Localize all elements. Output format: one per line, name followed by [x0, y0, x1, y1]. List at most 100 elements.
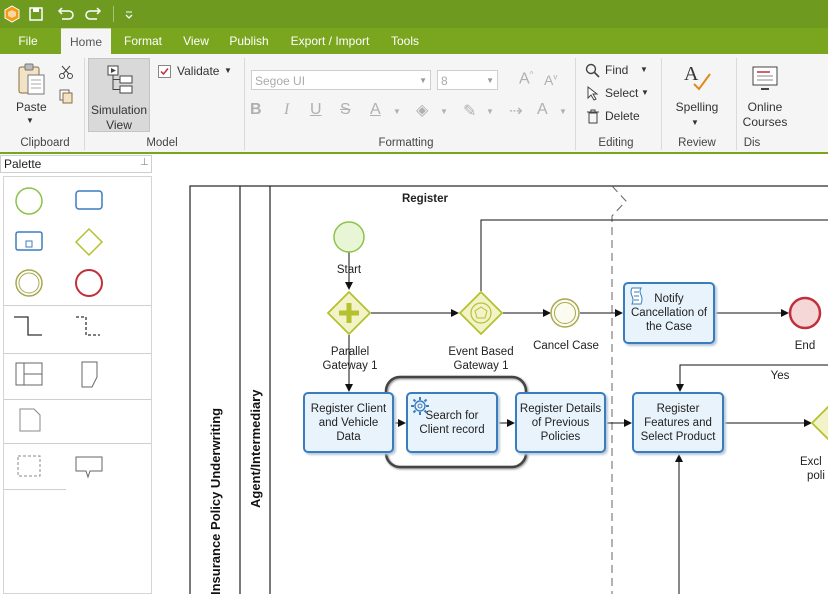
gateway-icon[interactable]: [74, 227, 104, 257]
annotation-icon[interactable]: [75, 456, 103, 479]
find-button[interactable]: Find ▼: [585, 62, 651, 80]
task-text: Select Product: [640, 430, 716, 443]
tab-format[interactable]: Format: [116, 28, 170, 54]
tab-tools[interactable]: Tools: [384, 28, 426, 54]
svg-text:A: A: [684, 63, 699, 85]
ribbon-tab-bar: File Home Format View Publish Export / I…: [0, 28, 828, 55]
shrink-font-icon[interactable]: Av: [544, 72, 557, 88]
select-button[interactable]: Select ▼: [585, 85, 651, 103]
yes-flow-label: Yes: [770, 370, 790, 382]
document-icon[interactable]: [19, 408, 41, 432]
task-icon[interactable]: [75, 190, 103, 210]
font-family-combo[interactable]: Segoe UI ▼: [251, 70, 431, 90]
chevron-down-icon[interactable]: ▼: [486, 107, 494, 116]
group-label-editing: Editing: [598, 137, 634, 149]
redo-icon[interactable]: [85, 5, 103, 23]
validate-button[interactable]: Validate ▼: [158, 64, 240, 80]
task-register-client[interactable]: Register Client and Vehicle Data: [303, 392, 394, 453]
line-style-icon[interactable]: ⇢: [509, 101, 522, 121]
tab-view[interactable]: View: [176, 28, 216, 54]
undo-icon[interactable]: [56, 5, 74, 23]
task-text: the Case: [645, 321, 692, 333]
exclusive-gateway-label-1: Excl: [800, 456, 822, 468]
online-courses-label-2: Courses: [742, 115, 788, 129]
save-icon[interactable]: [28, 5, 44, 23]
chevron-down-icon[interactable]: ▼: [440, 107, 448, 116]
end-event-icon[interactable]: [75, 269, 103, 297]
online-courses-button[interactable]: Online Courses: [740, 60, 792, 132]
paste-button[interactable]: [14, 62, 46, 104]
ribbon-divider: [0, 152, 828, 154]
tab-publish[interactable]: Publish: [224, 28, 274, 54]
task-text: Features and: [644, 416, 712, 429]
spelling-label: Spelling: [675, 100, 719, 114]
data-object-icon[interactable]: [81, 361, 98, 388]
underline-icon[interactable]: U: [310, 101, 322, 119]
pool-label: Insurance Policy Underwriting: [208, 408, 223, 594]
italic-icon[interactable]: I: [284, 101, 289, 119]
lane-label: Agent/Intermediary: [248, 389, 263, 508]
parallel-gateway-label-2: Gateway 1: [322, 360, 378, 372]
cut-icon[interactable]: [58, 64, 74, 83]
simulation-view-label-1: Simulation: [90, 103, 148, 117]
start-event-icon[interactable]: [15, 187, 43, 215]
group-label-model: Model: [146, 137, 178, 149]
task-notify-cancellation[interactable]: Notify Cancellation of the Case: [623, 282, 715, 344]
validate-check-icon: [158, 65, 171, 78]
group-icon[interactable]: [17, 455, 41, 477]
sequence-flow-icon[interactable]: [14, 316, 42, 336]
task-search-client-record[interactable]: Search for Client record: [406, 392, 498, 453]
task-text: Data: [336, 430, 361, 443]
start-event[interactable]: [333, 221, 365, 253]
gear-icon: [410, 396, 430, 420]
chevron-down-icon: ▼: [640, 65, 648, 74]
font-size-combo[interactable]: 8 ▼: [437, 70, 498, 90]
end-event[interactable]: [788, 296, 822, 330]
diagram-svg: Insurance Policy Underwriting Agent/Inte…: [189, 185, 828, 594]
task-text: and Vehicle: [318, 416, 379, 429]
cancel-case-event[interactable]: [550, 298, 580, 328]
fill-color-icon[interactable]: ◈: [416, 100, 428, 120]
font-family-value: Segoe UI: [255, 74, 306, 88]
cancel-case-label: Cancel Case: [533, 340, 599, 352]
line-color-icon[interactable]: ✎: [463, 101, 476, 121]
customize-icon[interactable]: [124, 5, 134, 23]
ribbon-separator: [84, 58, 85, 150]
delete-button[interactable]: Delete: [585, 108, 651, 126]
pin-icon[interactable]: ⊥: [140, 157, 149, 168]
tab-export-import[interactable]: Export / Import: [284, 28, 376, 54]
paste-dropdown-icon[interactable]: ▼: [26, 116, 34, 125]
start-event-label: Start: [336, 264, 362, 276]
font-color-icon[interactable]: A: [370, 101, 381, 119]
parallel-gateway-label-1: Parallel: [330, 346, 370, 358]
ribbon-separator: [244, 58, 245, 150]
task-register-features[interactable]: Register Features and Select Product: [632, 392, 724, 453]
text-style-icon[interactable]: A: [537, 101, 548, 119]
palette-header: Palette ⊥: [0, 155, 152, 173]
simulation-view-button[interactable]: Simulation View: [88, 58, 150, 132]
pool-frame[interactable]: [189, 185, 828, 594]
file-menu[interactable]: File: [8, 28, 48, 54]
subprocess-marker-icon: [25, 240, 33, 248]
tab-home[interactable]: Home: [61, 28, 111, 55]
strikethrough-icon[interactable]: S: [340, 101, 351, 119]
diagram-canvas[interactable]: Insurance Policy Underwriting Agent/Inte…: [160, 155, 828, 594]
exclusive-gateway-label-2: poli: [807, 470, 825, 482]
chevron-down-icon[interactable]: ▼: [559, 107, 567, 116]
paste-label: Paste: [16, 100, 47, 114]
spelling-button[interactable]: A Spelling ▼: [670, 60, 726, 132]
chevron-down-icon[interactable]: ▼: [393, 107, 401, 116]
find-label: Find: [605, 63, 629, 77]
online-courses-label-1: Online: [747, 100, 783, 114]
task-text: Register Details: [519, 402, 602, 415]
find-icon: [585, 63, 600, 78]
group-label-review: Review: [678, 137, 716, 149]
task-register-details[interactable]: Register Details of Previous Policies: [515, 392, 606, 453]
app-logo-icon: [4, 5, 20, 23]
grow-font-icon[interactable]: A^: [519, 70, 533, 88]
copy-icon[interactable]: [58, 88, 74, 107]
intermediate-event-icon[interactable]: [15, 269, 43, 297]
validate-dropdown-icon[interactable]: ▼: [224, 66, 232, 75]
message-flow-icon[interactable]: [76, 316, 100, 336]
bold-icon[interactable]: B: [250, 101, 262, 119]
